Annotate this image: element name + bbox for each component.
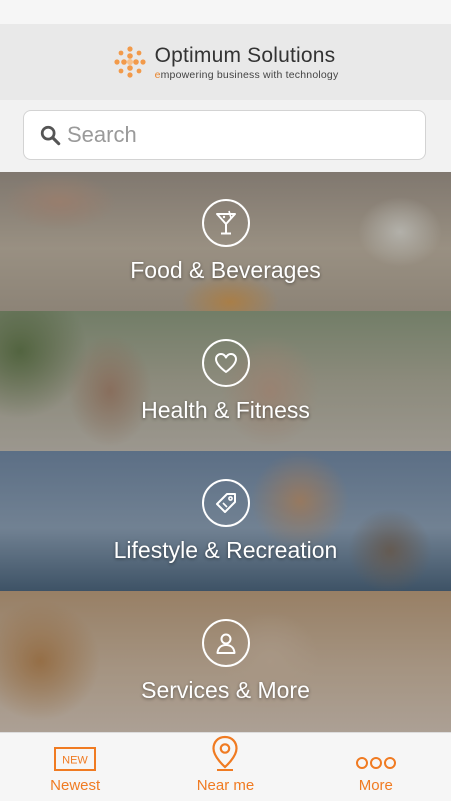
- category-tile-services-more[interactable]: Services & More: [0, 591, 451, 732]
- search-bar[interactable]: [23, 110, 426, 160]
- cocktail-glass-icon: [201, 199, 250, 247]
- tab-label: More: [358, 776, 393, 794]
- category-tile-food-beverages[interactable]: Food & Beverages: [0, 172, 451, 311]
- tab-near-me[interactable]: Near me: [150, 735, 300, 794]
- price-tag-icon: [201, 478, 250, 527]
- tab-newest[interactable]: NEW Newest: [0, 741, 150, 794]
- search-area: [0, 100, 451, 172]
- tab-more[interactable]: More: [301, 741, 451, 794]
- brand-title: Optimum Solutions: [154, 43, 336, 67]
- category-label: Services & More: [141, 677, 310, 703]
- category-tile-health-fitness[interactable]: Health & Fitness: [0, 311, 451, 451]
- location-pin-icon: [212, 735, 239, 771]
- heart-icon: [201, 338, 250, 387]
- category-label: Lifestyle & Recreation: [113, 536, 338, 563]
- tab-label: Newest: [50, 776, 101, 794]
- search-icon: [40, 125, 61, 146]
- app-header: Optimum Solutions empowering business wi…: [0, 24, 451, 100]
- category-tile-lifestyle-recreation[interactable]: Lifestyle & Recreation: [0, 451, 451, 591]
- search-input[interactable]: [65, 121, 409, 149]
- person-icon: [201, 619, 250, 667]
- brand-tagline: empowering business with technology: [155, 69, 339, 81]
- brand-logo: Optimum Solutions empowering business wi…: [113, 44, 339, 81]
- tagline-rest: mpowering business with technology: [160, 68, 339, 81]
- category-label: Health & Fitness: [141, 396, 310, 423]
- bottom-tab-bar: NEW Newest Near me More: [0, 732, 451, 801]
- category-label: Food & Beverages: [130, 257, 321, 283]
- tab-label: Near me: [196, 776, 255, 794]
- three-dots-icon: [355, 756, 396, 769]
- new-badge-icon: NEW: [54, 746, 97, 771]
- status-bar: [0, 0, 451, 24]
- orange-dot-burst-logo-icon: [113, 46, 146, 78]
- new-badge-text: NEW: [62, 754, 88, 766]
